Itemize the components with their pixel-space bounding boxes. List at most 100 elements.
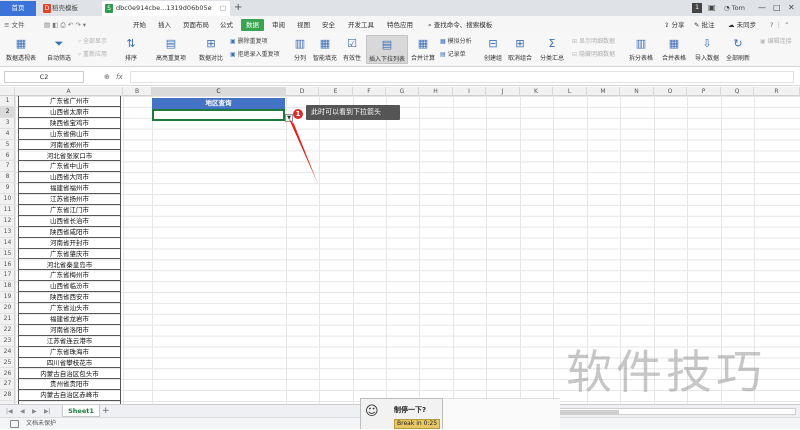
column-header-e[interactable]: E — [319, 87, 353, 96]
import-data-button[interactable]: ⇩ 导入数据 — [693, 37, 721, 62]
menu-view[interactable]: 视图 — [297, 19, 310, 31]
row-header[interactable]: 11 — [0, 205, 15, 216]
column-header-o[interactable]: O — [654, 87, 687, 96]
break-reminder-popup[interactable]: ☺ 制停一下? Break in 0:25 — [360, 398, 443, 429]
city-cell[interactable]: 江苏省扬州市 — [19, 194, 120, 205]
merge-table-button[interactable]: ▦ 合并表格 — [659, 37, 689, 62]
minimize-icon[interactable]: — — [758, 1, 766, 15]
city-cell[interactable]: 四川省攀枝花市 — [19, 358, 120, 369]
row-header[interactable]: 20 — [0, 303, 15, 314]
row-header[interactable]: 18 — [0, 281, 15, 293]
city-cell[interactable]: 广东省中山市 — [19, 161, 120, 173]
reject-duplicates-button[interactable]: ▣ 拒绝录入重复项 — [230, 50, 280, 60]
select-all-corner[interactable] — [0, 87, 15, 96]
region-query-header[interactable]: 地区查询 — [152, 98, 285, 109]
city-cell[interactable]: 贵州省贵阳市 — [19, 379, 120, 391]
city-cell[interactable]: 福建省龙岩市 — [19, 314, 120, 325]
split-table-button[interactable]: ▥ 拆分表格 — [626, 37, 656, 62]
city-cell[interactable]: 山西省长治市 — [19, 216, 120, 227]
record-form-button[interactable]: ▤ 记录单 — [440, 50, 466, 60]
add-sheet-button[interactable]: + — [102, 405, 110, 417]
column-header-m[interactable]: M — [587, 87, 620, 96]
insert-dropdown-list-button[interactable]: ▤ 插入下拉列表 — [366, 35, 408, 64]
city-cell[interactable]: 山西省大同市 — [19, 172, 120, 184]
city-cell[interactable]: 江苏省连云港市 — [19, 336, 120, 347]
city-cell[interactable]: 河南省郑州市 — [19, 140, 120, 151]
prev-sheet-icon[interactable]: ◀ — [20, 406, 25, 417]
city-cell[interactable]: 广东省广州市 — [19, 96, 120, 107]
sheet-tab-sheet1[interactable]: Sheet1 — [62, 405, 100, 417]
formula-input[interactable] — [130, 71, 794, 83]
tab-home[interactable]: 首页 — [0, 1, 36, 16]
city-cell[interactable]: 河南省开封市 — [19, 238, 120, 249]
menu-page-layout[interactable]: 页面布局 — [183, 19, 209, 31]
next-sheet-icon[interactable]: ▶ — [32, 406, 37, 417]
remove-duplicates-button[interactable]: ▣ 删除重复项 — [230, 37, 268, 47]
maximize-icon[interactable]: □ — [773, 1, 781, 15]
ungroup-button[interactable]: ⊞ 取消组合 — [506, 37, 534, 62]
subtotal-button[interactable]: Σ 分类汇总 — [538, 37, 566, 62]
split-column-button[interactable]: ▥ 分列 — [290, 37, 310, 62]
more-icons[interactable]: ? ⋮ ⌃ — [770, 19, 790, 31]
menu-developer[interactable]: 开发工具 — [348, 19, 374, 31]
city-cell[interactable]: 福建省福州市 — [19, 183, 120, 195]
edit-links-button[interactable]: ▣ 编辑连接 — [760, 37, 792, 47]
row-header[interactable]: 5 — [0, 140, 15, 151]
city-cell[interactable]: 广东省珠海市 — [19, 347, 120, 358]
city-cell[interactable]: 山西省太原市 — [19, 107, 120, 118]
menu-review[interactable]: 审阅 — [272, 19, 285, 31]
row-header[interactable]: 28 — [0, 390, 15, 402]
close-window-icon[interactable]: ✕ — [788, 1, 795, 15]
reapply-button[interactable]: ▿ 重新应用 — [78, 50, 107, 60]
tab-spreadsheet-file[interactable]: S dbc0e914cbe...1319d06b05e □ — [102, 1, 230, 16]
row-header[interactable]: 24 — [0, 347, 15, 358]
row-header[interactable]: 25 — [0, 358, 15, 369]
column-header-r[interactable]: R — [754, 87, 800, 96]
row-header[interactable]: 27 — [0, 379, 15, 391]
column-header-f[interactable]: F — [353, 87, 386, 96]
row-header[interactable]: 26 — [0, 369, 15, 380]
city-cell[interactable]: 广东省汕头市 — [19, 303, 120, 314]
last-sheet-icon[interactable]: ▶| — [44, 406, 51, 417]
row-header[interactable]: 17 — [0, 270, 15, 282]
selected-cell-c2[interactable] — [152, 109, 285, 121]
comment-button[interactable]: ✎ 批注 — [694, 19, 715, 31]
row-header[interactable]: 3 — [0, 118, 15, 129]
tab-docer-templates[interactable]: D 稻壳模板 — [40, 1, 100, 16]
city-cell[interactable]: 河北省秦皇岛市 — [19, 260, 120, 271]
column-header-k[interactable]: K — [520, 87, 553, 96]
consolidate-button[interactable]: ▦ 合并计算 — [410, 37, 436, 62]
highlight-duplicates-button[interactable]: ▤ 高亮重复项 — [150, 37, 192, 62]
menu-formula[interactable]: 公式 — [220, 19, 233, 31]
row-header[interactable]: 23 — [0, 336, 15, 347]
name-box[interactable]: C2 — [4, 71, 84, 83]
first-sheet-icon[interactable]: |◀ — [6, 406, 13, 417]
row-header[interactable]: 22 — [0, 325, 15, 336]
validity-button[interactable]: ☑ 有效性 — [340, 37, 364, 62]
column-header-b[interactable]: B — [123, 87, 152, 96]
city-cell[interactable]: 陕西省宝鸡市 — [19, 118, 120, 129]
menu-featured[interactable]: 特色应用 — [387, 19, 413, 31]
column-header-c[interactable]: C — [152, 87, 286, 96]
column-header-l[interactable]: L — [553, 87, 587, 96]
column-header-g[interactable]: G — [386, 87, 419, 96]
column-header-p[interactable]: P — [687, 87, 721, 96]
refresh-all-button[interactable]: ↻ 全部刷新 — [724, 37, 752, 62]
row-header[interactable]: 10 — [0, 194, 15, 205]
city-cell[interactable]: 河北省张家口市 — [19, 151, 120, 162]
menu-insert[interactable]: 插入 — [158, 19, 171, 31]
row-header[interactable]: 15 — [0, 249, 15, 260]
what-if-button[interactable]: ▦ 模拟分析 — [440, 37, 472, 47]
command-search[interactable]: ⌕ 查找命令、搜索模板 — [428, 19, 492, 31]
quick-access-icons[interactable]: ▤ ◧ ⎙ ↶ ↷ ▾ — [44, 19, 86, 31]
column-header-h[interactable]: H — [419, 87, 453, 96]
new-tab-button[interactable]: + — [234, 1, 242, 15]
city-cell[interactable]: 广东省肇庆市 — [19, 249, 120, 260]
file-menu[interactable]: ≡ 文件 — [4, 19, 25, 31]
column-header-q[interactable]: Q — [721, 87, 754, 96]
menu-data[interactable]: 数据 — [241, 19, 264, 31]
share-button[interactable]: ⇪ 分享 — [664, 19, 685, 31]
row-header[interactable]: 1 — [0, 96, 15, 107]
close-tab-icon[interactable]: □ — [220, 1, 226, 16]
city-cell[interactable]: 河南省洛阳市 — [19, 325, 120, 336]
